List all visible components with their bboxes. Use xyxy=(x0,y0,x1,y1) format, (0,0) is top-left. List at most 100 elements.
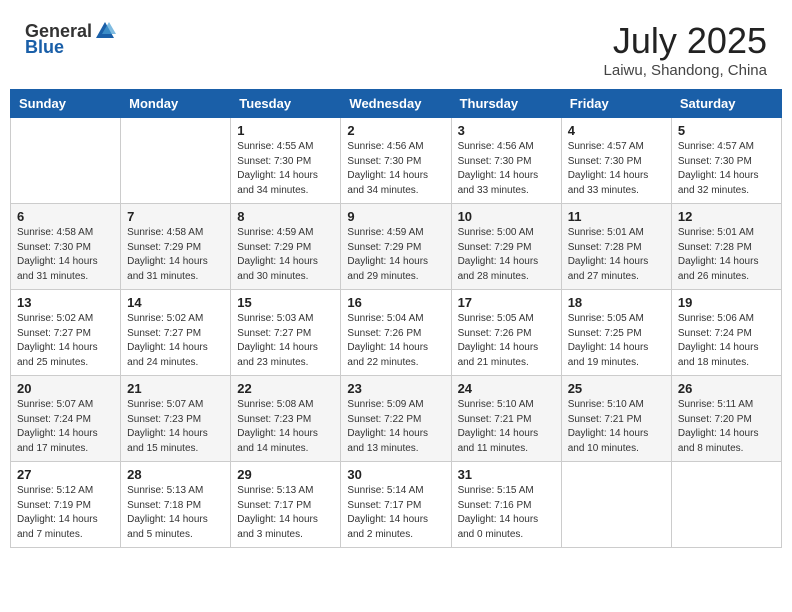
day-info: Sunrise: 4:58 AM Sunset: 7:29 PM Dayligh… xyxy=(127,226,224,284)
calendar-cell xyxy=(121,118,231,204)
header-friday: Friday xyxy=(561,90,671,118)
day-info: Sunrise: 5:10 AM Sunset: 7:21 PM Dayligh… xyxy=(568,398,665,456)
day-info: Sunrise: 5:11 AM Sunset: 7:20 PM Dayligh… xyxy=(678,398,775,456)
calendar-cell: 14 Sunrise: 5:02 AM Sunset: 7:27 PM Dayli… xyxy=(121,290,231,376)
day-number: 31 xyxy=(458,467,555,482)
day-number: 27 xyxy=(17,467,114,482)
day-number: 25 xyxy=(568,381,665,396)
day-number: 5 xyxy=(678,123,775,138)
calendar-cell: 5 Sunrise: 4:57 AM Sunset: 7:30 PM Daylig… xyxy=(671,118,781,204)
calendar-cell: 21Sunrise: 5:07 AM Sunset: 7:23 PM Dayli… xyxy=(121,376,231,462)
header-wednesday: Wednesday xyxy=(341,90,451,118)
day-info: Sunrise: 5:01 AM Sunset: 7:28 PM Dayligh… xyxy=(678,226,775,284)
day-info: Sunrise: 4:58 AM Sunset: 7:30 PM Dayligh… xyxy=(17,226,114,284)
day-info: Sunrise: 4:57 AM Sunset: 7:30 PM Dayligh… xyxy=(678,140,775,198)
day-info: Sunrise: 5:05 AM Sunset: 7:26 PM Dayligh… xyxy=(458,312,555,370)
day-info: Sunrise: 4:59 AM Sunset: 7:29 PM Dayligh… xyxy=(237,226,334,284)
header-thursday: Thursday xyxy=(451,90,561,118)
logo-icon xyxy=(94,20,116,42)
day-number: 11 xyxy=(568,209,665,224)
day-number: 16 xyxy=(347,295,444,310)
day-info: Sunrise: 5:09 AM Sunset: 7:22 PM Dayligh… xyxy=(347,398,444,456)
calendar-cell xyxy=(561,462,671,548)
day-info: Sunrise: 4:57 AM Sunset: 7:30 PM Dayligh… xyxy=(568,140,665,198)
day-info: Sunrise: 5:10 AM Sunset: 7:21 PM Dayligh… xyxy=(458,398,555,456)
calendar-cell: 4Sunrise: 4:57 AM Sunset: 7:30 PM Daylig… xyxy=(561,118,671,204)
day-info: Sunrise: 5:08 AM Sunset: 7:23 PM Dayligh… xyxy=(237,398,334,456)
day-info: Sunrise: 5:15 AM Sunset: 7:16 PM Dayligh… xyxy=(458,484,555,542)
calendar-cell: 9 Sunrise: 4:59 AM Sunset: 7:29 PM Daylig… xyxy=(341,204,451,290)
day-number: 14 xyxy=(127,295,224,310)
month-title: July 2025 xyxy=(604,20,767,62)
calendar-table: Sunday Monday Tuesday Wednesday Thursday… xyxy=(10,89,782,548)
day-number: 15 xyxy=(237,295,334,310)
weekday-header-row: Sunday Monday Tuesday Wednesday Thursday… xyxy=(11,90,782,118)
calendar-cell: 10 Sunrise: 5:00 AM Sunset: 7:29 PM Dayli… xyxy=(451,204,561,290)
calendar-cell: 18 Sunrise: 5:05 AM Sunset: 7:25 PM Dayli… xyxy=(561,290,671,376)
day-info: Sunrise: 5:07 AM Sunset: 7:24 PM Dayligh… xyxy=(17,398,114,456)
day-number: 30 xyxy=(347,467,444,482)
day-number: 8 xyxy=(237,209,334,224)
day-info: Sunrise: 5:00 AM Sunset: 7:29 PM Dayligh… xyxy=(458,226,555,284)
day-info: Sunrise: 5:04 AM Sunset: 7:26 PM Dayligh… xyxy=(347,312,444,370)
day-number: 24 xyxy=(458,381,555,396)
day-number: 20 xyxy=(17,381,114,396)
calendar-cell: 19Sunrise: 5:06 AM Sunset: 7:24 PM Dayli… xyxy=(671,290,781,376)
week-row-4: 20 Sunrise: 5:07 AM Sunset: 7:24 PM Dayli… xyxy=(11,376,782,462)
calendar-cell: 3 Sunrise: 4:56 AM Sunset: 7:30 PM Daylig… xyxy=(451,118,561,204)
calendar-cell: 25 Sunrise: 5:10 AM Sunset: 7:21 PM Dayli… xyxy=(561,376,671,462)
day-number: 1 xyxy=(237,123,334,138)
calendar-cell: 1 Sunrise: 4:55 AM Sunset: 7:30 PM Daylig… xyxy=(231,118,341,204)
calendar-cell: 22 Sunrise: 5:08 AM Sunset: 7:23 PM Dayli… xyxy=(231,376,341,462)
day-info: Sunrise: 4:56 AM Sunset: 7:30 PM Dayligh… xyxy=(458,140,555,198)
calendar-cell: 11 Sunrise: 5:01 AM Sunset: 7:28 PM Dayli… xyxy=(561,204,671,290)
day-number: 10 xyxy=(458,209,555,224)
calendar-cell: 28 Sunrise: 5:13 AM Sunset: 7:18 PM Dayli… xyxy=(121,462,231,548)
day-number: 2 xyxy=(347,123,444,138)
day-info: Sunrise: 5:07 AM Sunset: 7:23 PM Dayligh… xyxy=(127,398,224,456)
day-number: 13 xyxy=(17,295,114,310)
calendar-cell: 8 Sunrise: 4:59 AM Sunset: 7:29 PM Daylig… xyxy=(231,204,341,290)
day-number: 22 xyxy=(237,381,334,396)
day-info: Sunrise: 5:05 AM Sunset: 7:25 PM Dayligh… xyxy=(568,312,665,370)
day-info: Sunrise: 4:55 AM Sunset: 7:30 PM Dayligh… xyxy=(237,140,334,198)
calendar-cell: 12 Sunrise: 5:01 AM Sunset: 7:28 PM Dayli… xyxy=(671,204,781,290)
calendar-cell: 23Sunrise: 5:09 AM Sunset: 7:22 PM Dayli… xyxy=(341,376,451,462)
day-number: 29 xyxy=(237,467,334,482)
calendar-cell xyxy=(11,118,121,204)
week-row-3: 13 Sunrise: 5:02 AM Sunset: 7:27 PM Dayli… xyxy=(11,290,782,376)
day-number: 28 xyxy=(127,467,224,482)
calendar-cell: 15 Sunrise: 5:03 AM Sunset: 7:27 PM Dayli… xyxy=(231,290,341,376)
day-number: 3 xyxy=(458,123,555,138)
calendar-cell: 31 Sunrise: 5:15 AM Sunset: 7:16 PM Dayli… xyxy=(451,462,561,548)
day-number: 18 xyxy=(568,295,665,310)
day-info: Sunrise: 5:03 AM Sunset: 7:27 PM Dayligh… xyxy=(237,312,334,370)
day-info: Sunrise: 5:13 AM Sunset: 7:18 PM Dayligh… xyxy=(127,484,224,542)
calendar-cell: 30Sunrise: 5:14 AM Sunset: 7:17 PM Dayli… xyxy=(341,462,451,548)
calendar-cell xyxy=(671,462,781,548)
calendar-cell: 16 Sunrise: 5:04 AM Sunset: 7:26 PM Dayli… xyxy=(341,290,451,376)
day-number: 6 xyxy=(17,209,114,224)
page-header: General Blue July 2025 Laiwu, Shandong, … xyxy=(10,10,782,84)
day-number: 17 xyxy=(458,295,555,310)
calendar-cell: 24 Sunrise: 5:10 AM Sunset: 7:21 PM Dayli… xyxy=(451,376,561,462)
title-block: July 2025 Laiwu, Shandong, China xyxy=(604,20,767,79)
calendar-cell: 7 Sunrise: 4:58 AM Sunset: 7:29 PM Daylig… xyxy=(121,204,231,290)
day-info: Sunrise: 4:59 AM Sunset: 7:29 PM Dayligh… xyxy=(347,226,444,284)
day-number: 9 xyxy=(347,209,444,224)
day-number: 7 xyxy=(127,209,224,224)
calendar-cell: 6 Sunrise: 4:58 AM Sunset: 7:30 PM Daylig… xyxy=(11,204,121,290)
day-number: 12 xyxy=(678,209,775,224)
calendar-cell: 13 Sunrise: 5:02 AM Sunset: 7:27 PM Dayli… xyxy=(11,290,121,376)
header-tuesday: Tuesday xyxy=(231,90,341,118)
day-number: 26 xyxy=(678,381,775,396)
day-info: Sunrise: 5:02 AM Sunset: 7:27 PM Dayligh… xyxy=(127,312,224,370)
day-info: Sunrise: 5:01 AM Sunset: 7:28 PM Dayligh… xyxy=(568,226,665,284)
day-info: Sunrise: 5:13 AM Sunset: 7:17 PM Dayligh… xyxy=(237,484,334,542)
week-row-2: 6 Sunrise: 4:58 AM Sunset: 7:30 PM Daylig… xyxy=(11,204,782,290)
location-subtitle: Laiwu, Shandong, China xyxy=(604,62,767,79)
calendar-cell: 29 Sunrise: 5:13 AM Sunset: 7:17 PM Dayli… xyxy=(231,462,341,548)
calendar-cell: 26 Sunrise: 5:11 AM Sunset: 7:20 PM Dayli… xyxy=(671,376,781,462)
header-monday: Monday xyxy=(121,90,231,118)
day-info: Sunrise: 5:02 AM Sunset: 7:27 PM Dayligh… xyxy=(17,312,114,370)
